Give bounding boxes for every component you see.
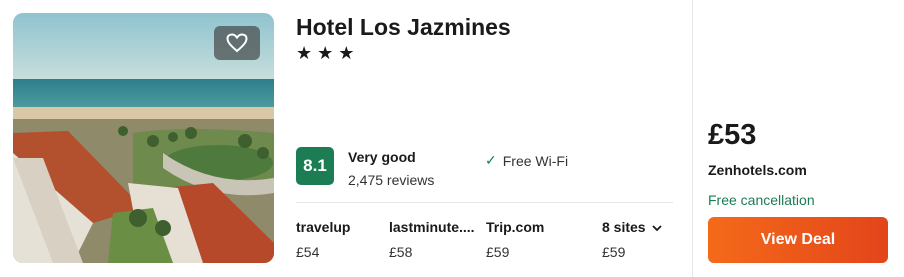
site-offer-trip-com[interactable]: Trip.com £59 — [486, 219, 544, 260]
site-offer-lastminute[interactable]: lastminute.... £58 — [389, 219, 475, 260]
view-deal-button[interactable]: View Deal — [708, 217, 888, 263]
chevron-down-icon — [651, 219, 662, 235]
free-cancellation-label: Free cancellation — [708, 192, 815, 208]
hotel-photo[interactable] — [13, 13, 274, 263]
amenity-label: Free Wi-Fi — [502, 152, 569, 169]
more-sites-price: £59 — [602, 244, 626, 260]
site-name: Trip.com — [486, 219, 545, 235]
hotel-result-card: Hotel Los Jazmines ★★★ 8.1 Very good 2,4… — [0, 0, 904, 277]
check-icon: ✓ — [485, 152, 497, 168]
site-name: travelup — [296, 219, 351, 235]
column-divider — [692, 0, 693, 277]
site-name: lastminute.... — [389, 219, 475, 235]
deal-price: £53 — [708, 119, 757, 151]
rating-score-badge: 8.1 — [296, 147, 334, 185]
site-offer-travelup[interactable]: travelup £54 — [296, 219, 350, 260]
site-price: £58 — [389, 244, 413, 260]
favorite-button[interactable] — [214, 26, 260, 60]
more-sites-offer[interactable]: . £59 — [602, 219, 625, 260]
site-price: £59 — [486, 244, 510, 260]
hotel-name[interactable]: Hotel Los Jazmines — [296, 14, 511, 41]
amenity-item: ✓ Free Wi-Fi — [485, 152, 568, 169]
divider — [296, 202, 673, 203]
rating-label: Very good — [348, 149, 416, 165]
deal-provider: Zenhotels.com — [708, 162, 807, 178]
star-rating: ★★★ — [296, 43, 360, 63]
heart-icon — [226, 33, 248, 53]
review-count[interactable]: 2,475 reviews — [348, 172, 434, 188]
site-price: £54 — [296, 244, 320, 260]
